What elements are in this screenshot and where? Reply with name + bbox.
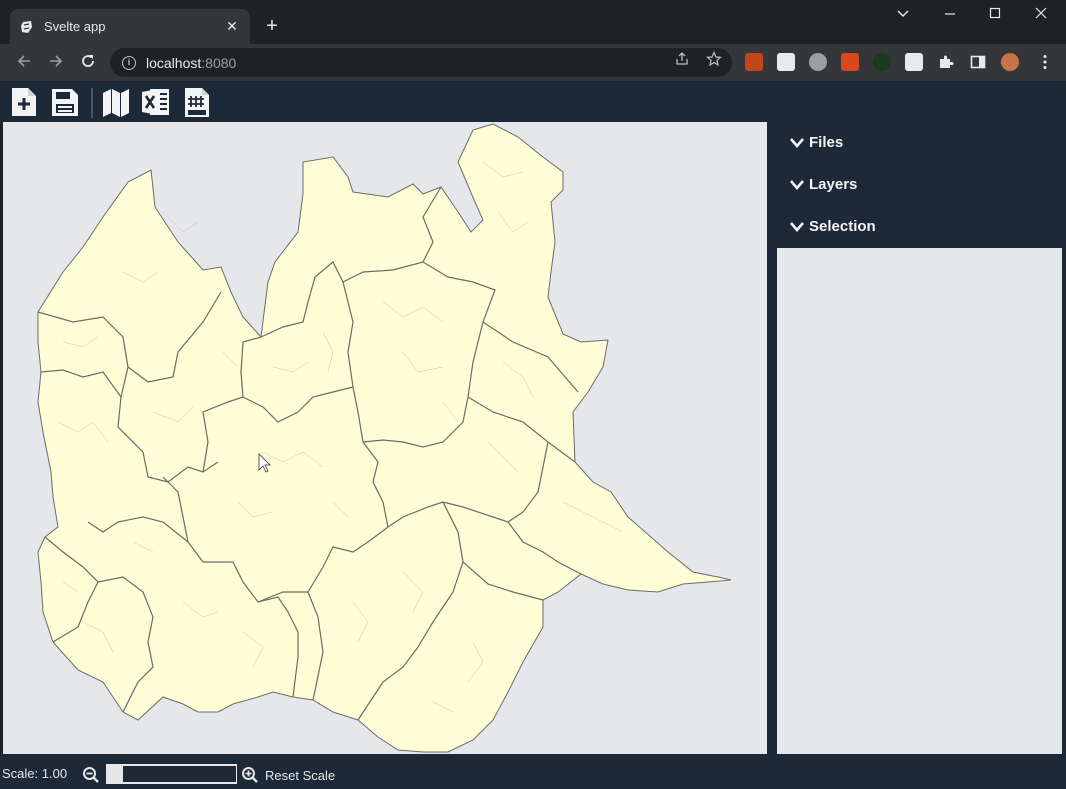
extension-power-icon[interactable] — [809, 53, 827, 71]
selection-section-label: Selection — [809, 218, 876, 235]
browser-window: Svelte app ✕ + i localhost:8080 Files L… — [0, 0, 1066, 789]
extension-3-icon[interactable] — [873, 53, 891, 71]
browser-menu-icon[interactable] — [1036, 53, 1054, 71]
extension-m-icon[interactable] — [905, 53, 923, 71]
maximize-icon[interactable] — [985, 6, 1005, 26]
svelte-devtools-icon[interactable] — [841, 53, 859, 71]
address-bar[interactable]: i localhost:8080 — [110, 48, 732, 77]
svelte-favicon-icon — [20, 20, 34, 34]
url-port: :8080 — [201, 54, 237, 71]
layers-section-header[interactable]: Layers — [789, 176, 857, 193]
zoom-in-icon[interactable] — [241, 766, 259, 784]
selection-section-header[interactable]: Selection — [789, 218, 876, 235]
reload-icon[interactable] — [78, 52, 98, 72]
minimize-icon[interactable] — [940, 6, 960, 26]
app-toolbar — [0, 81, 1066, 122]
selection-panel-body — [777, 248, 1062, 762]
status-bar: Scale: 1.00 Reset Scale — [0, 754, 1066, 789]
back-icon[interactable] — [14, 52, 34, 72]
zoom-out-icon[interactable] — [82, 766, 100, 784]
browser-toolbar: i localhost:8080 — [0, 44, 1066, 81]
chevron-down-icon — [790, 179, 804, 190]
side-panel-icon[interactable] — [969, 53, 987, 71]
extensions-puzzle-icon[interactable] — [937, 53, 955, 71]
scale-label: Scale: 1.00 — [2, 766, 68, 781]
map-icon[interactable] — [101, 85, 131, 119]
share-icon[interactable] — [674, 51, 690, 70]
extension-2-icon[interactable] — [777, 53, 795, 71]
chevron-down-icon — [790, 137, 804, 148]
new-tab-icon[interactable]: + — [262, 16, 282, 36]
tab-strip: Svelte app ✕ + — [0, 0, 1066, 44]
map-regions — [37, 123, 732, 753]
extension-1-icon[interactable] — [745, 53, 763, 71]
close-window-icon[interactable] — [1031, 6, 1051, 26]
csv-icon[interactable] — [182, 85, 212, 119]
layers-section-label: Layers — [809, 176, 858, 193]
url-host: localhost — [146, 54, 202, 71]
forward-icon[interactable] — [46, 52, 66, 72]
save-icon[interactable] — [50, 85, 80, 119]
map-region-outline[interactable] — [37, 123, 732, 753]
files-section-label: Files — [809, 134, 844, 151]
map-view[interactable] — [3, 122, 767, 754]
scale-slider-track — [123, 766, 236, 782]
reset-scale-button[interactable]: Reset Scale — [265, 768, 335, 783]
new-file-icon[interactable] — [9, 85, 39, 119]
map-canvas[interactable] — [3, 122, 767, 754]
side-panel: Files Layers Selection — [767, 122, 1066, 762]
bookmark-star-icon[interactable] — [705, 51, 723, 70]
excel-icon[interactable] — [141, 85, 171, 119]
tab-title: Svelte app — [44, 19, 106, 34]
browser-tab[interactable]: Svelte app ✕ — [10, 9, 250, 44]
files-section-header[interactable]: Files — [789, 134, 843, 151]
scale-slider[interactable] — [106, 764, 237, 784]
chevron-down-icon — [790, 221, 804, 232]
site-info-icon[interactable]: i — [122, 55, 136, 70]
tab-search-icon[interactable] — [893, 6, 913, 26]
toolbar-divider — [91, 88, 93, 118]
tab-close-icon[interactable]: ✕ — [224, 18, 240, 35]
profile-avatar[interactable] — [1001, 53, 1019, 71]
